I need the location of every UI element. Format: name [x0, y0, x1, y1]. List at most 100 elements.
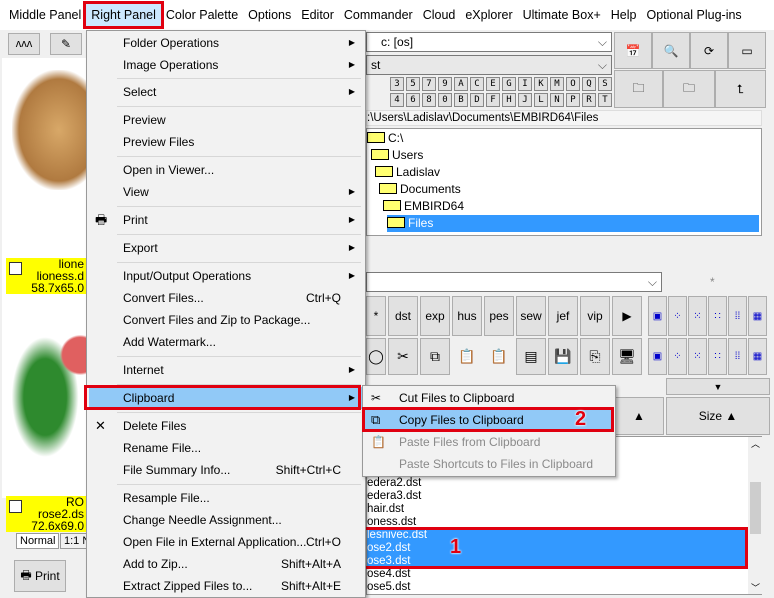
thumbnail-size-button[interactable]: ▦ — [748, 296, 767, 336]
drive-button[interactable]: ▭ — [728, 32, 766, 69]
letter-key-K[interactable]: K — [534, 77, 548, 91]
letter-key-0[interactable]: 0 — [438, 93, 452, 107]
pages-button[interactable]: ▤ — [516, 338, 546, 375]
calendar-button[interactable]: 📅 — [614, 32, 652, 69]
scroll-up-icon[interactable]: ︿ — [748, 437, 763, 450]
new-folder-button[interactable]: 🗀 — [614, 70, 663, 108]
scroll-down-icon[interactable]: ﹀ — [748, 581, 763, 594]
ext-filter-button[interactable]: * — [366, 296, 386, 336]
thumbnail-size-button[interactable]: ▦ — [748, 338, 767, 375]
menu-optional-plug-ins[interactable]: Optional Plug-ins — [641, 4, 746, 26]
menu-item-preview[interactable]: Preview — [89, 109, 363, 131]
scroll-thumb[interactable] — [750, 482, 761, 534]
file-list-item[interactable]: hair.dst — [367, 503, 749, 516]
thumbnail-size-button[interactable]: ⁞⁞ — [728, 338, 747, 375]
letter-key-5[interactable]: 5 — [406, 77, 420, 91]
ext-filter-button[interactable]: dst — [388, 296, 418, 336]
filter-select[interactable]: st ⌵ — [366, 55, 612, 75]
thumbnail-checkbox[interactable] — [9, 500, 22, 513]
letter-key-R[interactable]: R — [582, 93, 596, 107]
menu-editor[interactable]: Editor — [296, 4, 339, 26]
folder-button[interactable]: 🗀 — [663, 70, 715, 108]
print-button[interactable]: 🖶 Print — [14, 560, 66, 592]
thumbnail-size-button[interactable]: ⁘ — [668, 338, 687, 375]
menu-help[interactable]: Help — [606, 4, 642, 26]
tree-node[interactable]: Files — [387, 215, 759, 232]
menu-item-internet[interactable]: Internet ▶ — [89, 359, 363, 381]
menu-item-export[interactable]: Export ▶ — [89, 237, 363, 259]
menu-middle-panel[interactable]: Middle Panel — [4, 4, 86, 26]
menu-right-panel[interactable]: Right Panel — [83, 1, 164, 29]
monitor-button[interactable]: 🖥 — [612, 338, 642, 375]
letter-key-S[interactable]: S — [598, 77, 612, 91]
column-header-size[interactable]: Size ▲ — [666, 397, 770, 435]
letter-key-E[interactable]: E — [486, 77, 500, 91]
file-list-item[interactable]: ose5.dst — [367, 581, 749, 594]
tab-normal[interactable]: Normal — [16, 533, 60, 549]
menu-item-delete-files[interactable]: ✕ Delete Files — [89, 415, 363, 437]
paste-button[interactable]: 📋 — [452, 338, 482, 375]
file-list-item[interactable]: ose3.dst — [367, 555, 749, 568]
ext-filter-button[interactable]: vip — [580, 296, 610, 336]
thumbnail-size-button[interactable]: ⁙ — [688, 338, 707, 375]
letter-key-M[interactable]: M — [550, 77, 564, 91]
menu-commander[interactable]: Commander — [339, 4, 418, 26]
letter-key-Q[interactable]: Q — [582, 77, 596, 91]
letter-key-P[interactable]: P — [566, 93, 580, 107]
letter-key-A[interactable]: A — [454, 77, 468, 91]
letter-key-N[interactable]: N — [550, 93, 564, 107]
menu-item-add-to-zip[interactable]: Add to Zip... Shift+Alt+A — [89, 553, 363, 575]
save-button[interactable]: 💾 — [548, 338, 578, 375]
thumbnail-size-button[interactable]: ▣ — [648, 338, 667, 375]
stitch-view-button[interactable]: ʌʌʌ — [8, 33, 40, 55]
thumbnail-size-button[interactable]: ▣ — [648, 296, 667, 336]
paste-shortcut-button[interactable]: 📋 — [484, 338, 514, 375]
letter-key-I[interactable]: I — [518, 77, 532, 91]
menu-item-open-in-viewer[interactable]: Open in Viewer... — [89, 159, 363, 181]
letter-key-8[interactable]: 8 — [422, 93, 436, 107]
letter-key-6[interactable]: 6 — [406, 93, 420, 107]
shape-button[interactable]: ◯ — [366, 338, 386, 375]
letter-key-J[interactable]: J — [518, 93, 532, 107]
letter-key-9[interactable]: 9 — [438, 77, 452, 91]
menu-cloud[interactable]: Cloud — [418, 4, 461, 26]
drive-select[interactable]: c: [os] ⌵ — [366, 32, 612, 52]
menu-item-convert-files[interactable]: Convert Files... Ctrl+Q — [89, 287, 363, 309]
thumbnail-size-button[interactable]: ⁙ — [688, 296, 707, 336]
file-list-item[interactable]: oness.dst — [367, 516, 749, 529]
menu-item-input-output-operations[interactable]: Input/Output Operations ▶ — [89, 265, 363, 287]
tree-node[interactable]: Users — [371, 147, 423, 164]
letter-key-G[interactable]: G — [502, 77, 516, 91]
thumbnail-size-button[interactable]: ∷ — [708, 338, 727, 375]
copy-button[interactable]: ⧉ — [420, 338, 450, 375]
tree-node[interactable]: EMBIRD64 — [383, 198, 464, 215]
letter-key-B[interactable]: B — [454, 93, 468, 107]
menu-item-select[interactable]: Select ▶ — [89, 81, 363, 103]
menu-item-change-needle-assignment[interactable]: Change Needle Assignment... — [89, 509, 363, 531]
ext-filter-button[interactable]: hus — [452, 296, 482, 336]
file-list-scrollbar[interactable]: ︿ ﹀ — [748, 437, 763, 594]
file-list-item[interactable]: ose4.dst — [367, 568, 749, 581]
letter-key-H[interactable]: H — [502, 93, 516, 107]
scissors-button[interactable]: ✂ — [388, 338, 418, 375]
menu-item-folder-operations[interactable]: Folder Operations ▶ — [89, 32, 363, 54]
export-button[interactable]: ⎘ — [580, 338, 610, 375]
menu-item-clipboard[interactable]: Clipboard ▶ — [89, 387, 363, 409]
file-list-item[interactable]: lesnivec.dst — [367, 529, 749, 542]
menu-item-resample-file[interactable]: Resample File... — [89, 487, 363, 509]
letter-key-3[interactable]: 3 — [390, 77, 404, 91]
letter-key-4[interactable]: 4 — [390, 93, 404, 107]
file-list-item[interactable]: edera2.dst — [367, 477, 749, 490]
parent-folder-button[interactable]: ⮤ — [715, 70, 766, 108]
letter-key-C[interactable]: C — [470, 77, 484, 91]
menu-color-palette[interactable]: Color Palette — [161, 4, 243, 26]
no-stitch-button[interactable]: ✎ — [50, 33, 82, 55]
letter-key-D[interactable]: D — [470, 93, 484, 107]
menu-explorer[interactable]: eXplorer — [460, 4, 517, 26]
menu-item-open-file-in-external-application[interactable]: Open File in External Application... Ctrl… — [89, 531, 363, 553]
menu-item-rename-file[interactable]: Rename File... — [89, 437, 363, 459]
letter-key-O[interactable]: O — [566, 77, 580, 91]
ext-filter-button[interactable]: sew — [516, 296, 546, 336]
letter-key-F[interactable]: F — [486, 93, 500, 107]
letter-key-7[interactable]: 7 — [422, 77, 436, 91]
